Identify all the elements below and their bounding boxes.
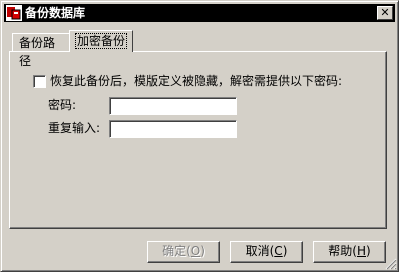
ok-button-label: 确定( (162, 244, 191, 258)
cancel-button[interactable]: 取消(C) (230, 241, 303, 263)
cancel-button-tail: ) (282, 244, 288, 258)
password-field[interactable] (109, 97, 237, 115)
ok-button[interactable]: 确定(O) (147, 241, 220, 263)
cancel-button-label: 取消( (245, 244, 275, 258)
ok-button-tail: ) (200, 244, 205, 258)
app-icon (6, 5, 22, 21)
close-button[interactable]: ✕ (377, 6, 393, 20)
tab-encrypt-backup[interactable]: 加密备份 (69, 30, 133, 52)
tab-backup-path[interactable]: 备份路径 (12, 33, 70, 68)
title-bar[interactable]: 备份数据库 ✕ (4, 4, 395, 22)
help-button[interactable]: 帮助(H) (313, 241, 386, 263)
size-grip-icon[interactable] (385, 258, 397, 270)
close-icon: ✕ (380, 6, 390, 19)
repeat-password-field[interactable] (109, 120, 237, 138)
encrypt-checkbox-label[interactable]: 恢复此备份后，模版定义被隐藏，解密需提供以下密码: (50, 74, 342, 89)
cancel-button-key: C (274, 244, 283, 258)
ok-button-key: O (190, 244, 201, 258)
repeat-password-label: 重复输入: (48, 121, 101, 135)
help-button-key: H (356, 244, 367, 258)
help-button-tail: ) (366, 244, 371, 258)
window-title: 备份数据库 (25, 6, 86, 20)
tab-label: 加密备份 (74, 33, 128, 49)
password-label: 密码: (48, 98, 77, 112)
help-button-label: 帮助( (328, 244, 357, 258)
encrypt-checkbox[interactable] (33, 75, 46, 88)
